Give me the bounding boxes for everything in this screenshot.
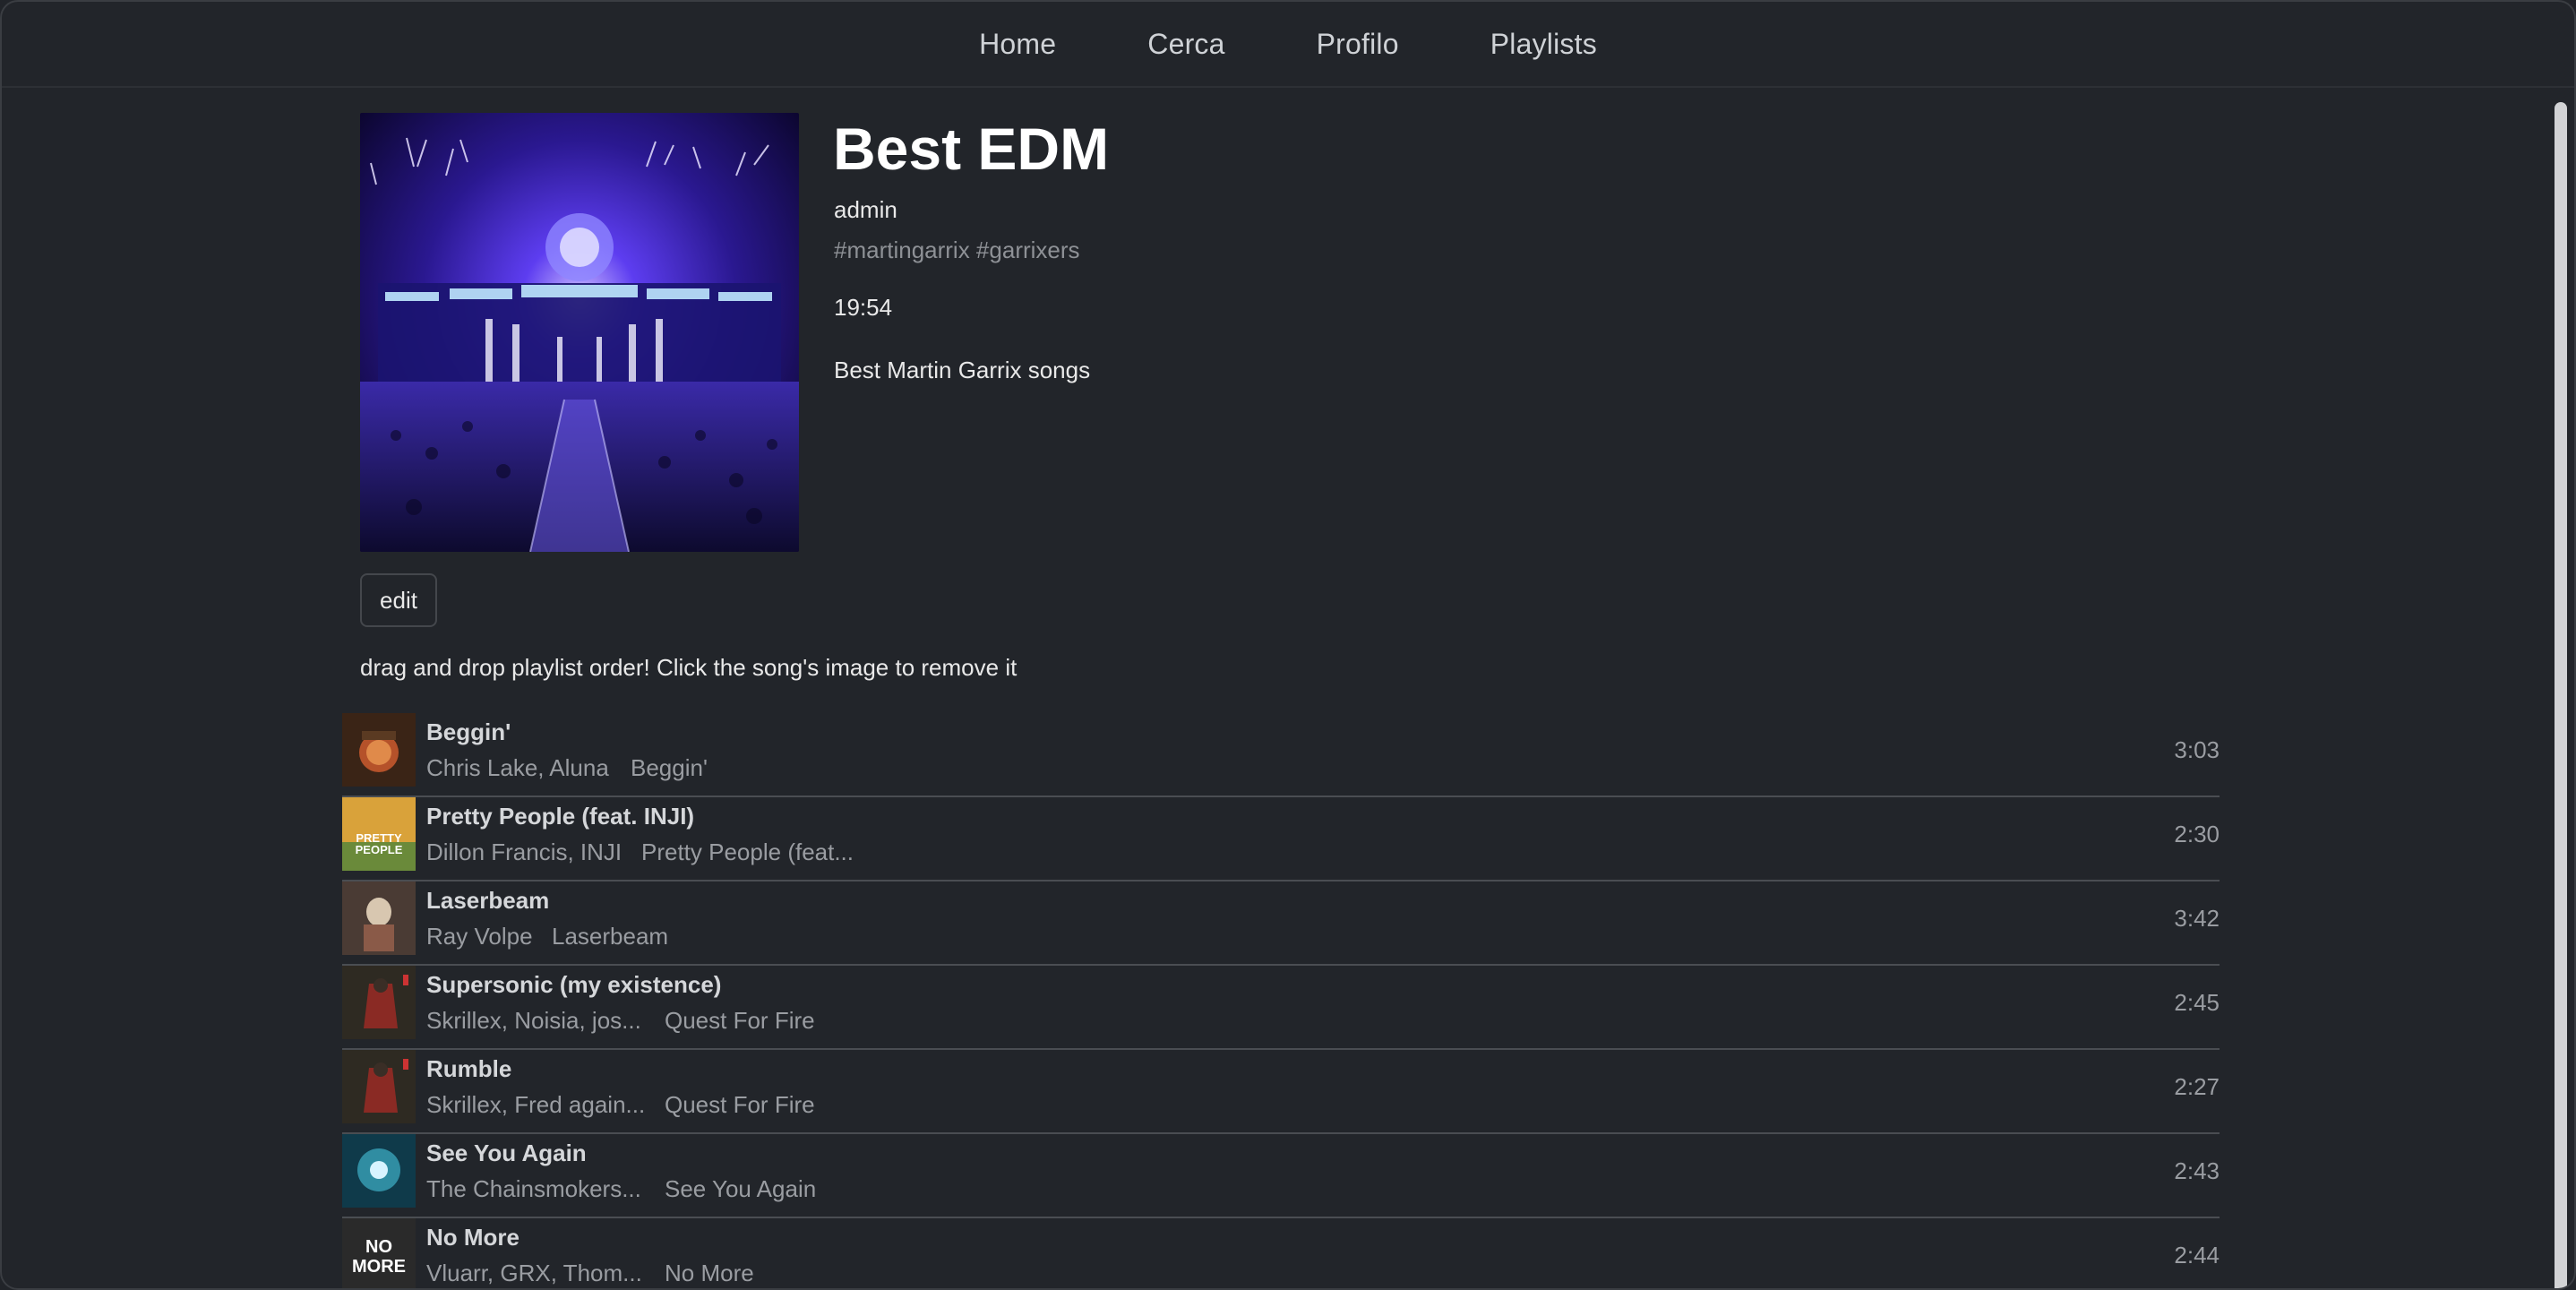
song-title: Supersonic (my existence)	[426, 971, 722, 998]
song-album: Laserbeam	[552, 923, 669, 950]
song-duration: 3:03	[2174, 736, 2220, 763]
song-row[interactable]: Rumble Skrillex, Fred again... Quest For…	[342, 1050, 2220, 1134]
playlist-duration: 19:54	[834, 294, 893, 321]
song-cover-image[interactable]: NO MORE	[342, 1218, 416, 1288]
song-artist: Vluarr, GRX, Thom...	[426, 1260, 642, 1286]
song-artist: Skrillex, Noisia, jos...	[426, 1007, 641, 1034]
song-duration: 2:30	[2174, 821, 2220, 847]
song-duration: 2:27	[2174, 1073, 2220, 1100]
song-artist: Chris Lake, Aluna	[426, 754, 609, 781]
song-row[interactable]: Beggin' Chris Lake, Aluna Beggin' 3:03	[342, 713, 2220, 797]
song-row[interactable]: See You Again The Chainsmokers... See Yo…	[342, 1134, 2220, 1218]
playlist-tags: #martingarrix #garrixers	[834, 236, 1080, 263]
song-title: Beggin'	[426, 718, 511, 745]
song-album: See You Again	[665, 1175, 817, 1202]
song-album: No More	[665, 1260, 754, 1286]
playlist-description: Best Martin Garrix songs	[834, 357, 1091, 383]
nav-home[interactable]: Home	[979, 28, 1056, 61]
song-row[interactable]: NO MORE No More Vluarr, GRX, Thom... No …	[342, 1218, 2220, 1288]
song-title: Pretty People (feat. INJI)	[426, 803, 695, 830]
song-duration: 2:45	[2174, 989, 2220, 1016]
song-artist: Dillon Francis, INJI	[426, 838, 623, 865]
nav-cerca[interactable]: Cerca	[1147, 28, 1224, 61]
song-list: Beggin' Chris Lake, Aluna Beggin' 3:03 P…	[342, 713, 2220, 1288]
song-cover-image[interactable]	[342, 882, 416, 955]
svg-text:MORE: MORE	[352, 1257, 406, 1277]
song-artist: Ray Volpe	[426, 923, 533, 950]
song-duration: 2:43	[2174, 1157, 2220, 1184]
song-album: Beggin'	[631, 754, 708, 781]
playlist-title: Best EDM	[833, 116, 1110, 182]
song-title: Rumble	[426, 1055, 512, 1082]
nav-profilo[interactable]: Profilo	[1317, 28, 1399, 61]
nav-playlists[interactable]: Playlists	[1490, 28, 1597, 61]
song-artist: The Chainsmokers...	[426, 1175, 641, 1202]
song-title: No More	[426, 1224, 519, 1251]
song-row[interactable]: PRETTY PEOPLE Pretty People (feat. INJI)…	[342, 797, 2220, 882]
song-duration: 2:44	[2174, 1242, 2220, 1268]
song-cover-image[interactable]	[342, 1134, 416, 1208]
app-window: Home Cerca Profilo Playlists Best EDM ad…	[0, 0, 2576, 1290]
song-row[interactable]: Laserbeam Ray Volpe Laserbeam 3:42	[342, 882, 2220, 966]
song-cover-image[interactable]	[342, 1050, 416, 1123]
svg-text:PEOPLE: PEOPLE	[356, 843, 403, 856]
song-cover-image[interactable]	[342, 713, 416, 787]
playlist-cover-image	[360, 113, 799, 552]
song-album: Quest For Fire	[665, 1007, 815, 1034]
song-title: See You Again	[426, 1140, 587, 1166]
song-duration: 3:42	[2174, 905, 2220, 932]
song-cover-image[interactable]: PRETTY PEOPLE	[342, 797, 416, 871]
reorder-hint: drag and drop playlist order! Click the …	[360, 654, 1018, 681]
song-album: Quest For Fire	[665, 1091, 815, 1118]
top-nav: Home Cerca Profilo Playlists	[2, 2, 2574, 88]
song-title: Laserbeam	[426, 887, 550, 914]
scrollbar[interactable]	[2555, 102, 2567, 1288]
song-cover-image[interactable]	[342, 966, 416, 1039]
playlist-owner: admin	[834, 196, 897, 223]
song-artist: Skrillex, Fred again...	[426, 1091, 646, 1118]
song-album: Pretty People (feat...	[641, 838, 854, 865]
song-row[interactable]: Supersonic (my existence) Skrillex, Nois…	[342, 966, 2220, 1050]
edit-button[interactable]: edit	[360, 573, 437, 627]
svg-text:NO: NO	[365, 1237, 392, 1257]
